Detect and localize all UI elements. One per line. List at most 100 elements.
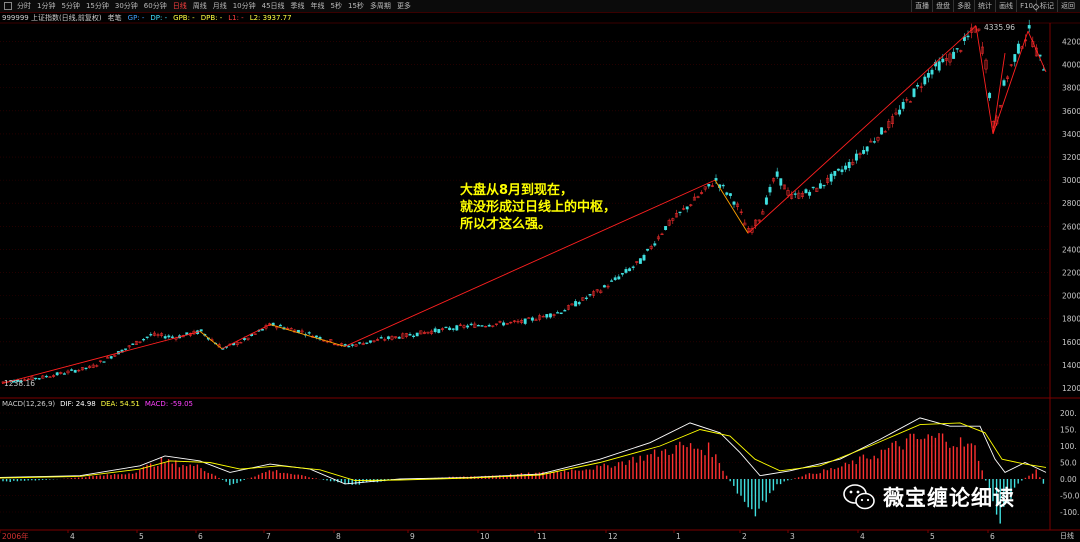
price-tick-label: 4200 xyxy=(1062,38,1080,47)
candle-body xyxy=(502,322,506,326)
candle-body xyxy=(466,325,470,328)
candle-body xyxy=(455,325,459,331)
annotation-line: 大盘从8月到现在， xyxy=(460,183,574,198)
stroke-line xyxy=(1,330,201,385)
macd-tick-label: 200. xyxy=(1060,409,1077,418)
candle-body xyxy=(124,348,128,350)
candle-body xyxy=(610,280,614,282)
candle-body xyxy=(865,146,869,152)
watermark: 薇宝缠论细读 xyxy=(843,482,1015,512)
candle-body xyxy=(527,317,531,319)
x-tick-label: 4 xyxy=(70,532,75,541)
time-axis: 2006年 4 5 6 7 8 9 10 11 12 1 2 3 4 5 6 xyxy=(0,530,995,541)
stroke-line xyxy=(1027,30,1047,73)
candle-body xyxy=(408,333,412,336)
stroke-line xyxy=(199,331,223,350)
candle-body xyxy=(901,102,905,109)
wechat-icon xyxy=(843,484,875,510)
candle-body xyxy=(444,326,448,329)
x-tick-label: 4 xyxy=(860,532,865,541)
candle-body xyxy=(725,192,729,195)
candle-body xyxy=(1042,69,1046,71)
candle-body xyxy=(728,193,732,196)
candle-body xyxy=(588,294,592,296)
candle-body xyxy=(149,334,153,336)
candle-body xyxy=(721,184,725,187)
candle-body xyxy=(170,336,174,338)
candle-body xyxy=(941,58,945,63)
candle-body xyxy=(548,313,552,318)
price-tick-label: 1600 xyxy=(1062,338,1080,347)
x-tick-label: 9 xyxy=(410,532,415,541)
candle-body xyxy=(642,254,646,261)
macd-tick-label: 150. xyxy=(1060,426,1077,435)
candle-body xyxy=(556,312,560,314)
stroke-line xyxy=(992,31,1029,135)
candle-body xyxy=(617,276,621,280)
candle-body xyxy=(563,310,567,312)
candle-body xyxy=(923,76,927,85)
candle-body xyxy=(73,370,77,373)
price-tick-label: 3800 xyxy=(1062,84,1080,93)
candle-body xyxy=(854,153,858,161)
candle-body xyxy=(628,268,632,272)
price-tick-label: 3600 xyxy=(1062,107,1080,116)
candle-body xyxy=(793,193,797,195)
candle-body xyxy=(966,35,970,38)
price-tick-label: 3200 xyxy=(1062,153,1080,162)
candle-body xyxy=(930,69,934,75)
dif-value: DIF: 24.98 xyxy=(60,400,96,408)
candle-body xyxy=(37,378,41,380)
macd-tick-label: 50.0 xyxy=(1060,459,1077,468)
candle-body xyxy=(314,335,318,338)
stroke-line xyxy=(992,53,1006,135)
candle-body xyxy=(678,211,682,214)
stroke-line xyxy=(975,25,994,135)
price-tick-label: 2400 xyxy=(1062,245,1080,254)
candle-body xyxy=(559,312,563,314)
candle-body xyxy=(707,184,711,187)
candle-body xyxy=(433,328,437,333)
candle-body xyxy=(62,373,66,375)
x-tick-label: 8 xyxy=(336,532,341,541)
candle-body xyxy=(631,266,635,268)
annotation-line: 所以才这么强。 xyxy=(460,217,552,232)
price-tick-label: 2800 xyxy=(1062,199,1080,208)
candle-body xyxy=(167,335,171,338)
candle-body xyxy=(343,344,347,346)
candle-body xyxy=(1013,54,1017,62)
tab-day[interactable]: 日线 xyxy=(1060,531,1074,541)
candle-body xyxy=(988,92,992,99)
candle-body xyxy=(386,336,390,339)
candle-body xyxy=(530,317,534,321)
candle-body xyxy=(685,206,689,210)
candle-body xyxy=(199,329,203,332)
candle-body xyxy=(862,150,866,154)
price-tick-label: 4000 xyxy=(1062,61,1080,70)
candle-body xyxy=(476,325,480,327)
candle-body xyxy=(415,332,419,337)
candle-body xyxy=(469,323,473,326)
candle-body xyxy=(55,372,59,376)
candle-body xyxy=(613,277,617,280)
candle-body xyxy=(448,327,452,330)
candle-body xyxy=(732,201,736,205)
candle-body xyxy=(131,343,135,345)
candle-body xyxy=(1002,80,1006,86)
candle-body xyxy=(872,141,876,143)
candle-body xyxy=(451,328,455,330)
macd-tick-label: 100. xyxy=(1060,442,1077,451)
candle-body xyxy=(487,324,491,327)
annotation-line: 就没形成过日线上的中枢， xyxy=(460,200,617,215)
candle-body xyxy=(584,297,588,299)
candle-body xyxy=(145,336,149,338)
price-tick-label: 2600 xyxy=(1062,222,1080,231)
candle-body xyxy=(577,302,581,305)
candle-body xyxy=(379,337,383,339)
kline-chart[interactable]: 4200 4000 3800 3600 3400 3200 3000 2800 2600 2400… xyxy=(0,0,1080,542)
candle-body xyxy=(912,88,916,97)
candle-body xyxy=(574,301,578,307)
candle-body xyxy=(847,162,851,168)
candle-body xyxy=(952,51,956,59)
macd-info: MACD(12,26,9) DIF: 24.98 DEA: 54.51 MACD… xyxy=(2,399,193,409)
